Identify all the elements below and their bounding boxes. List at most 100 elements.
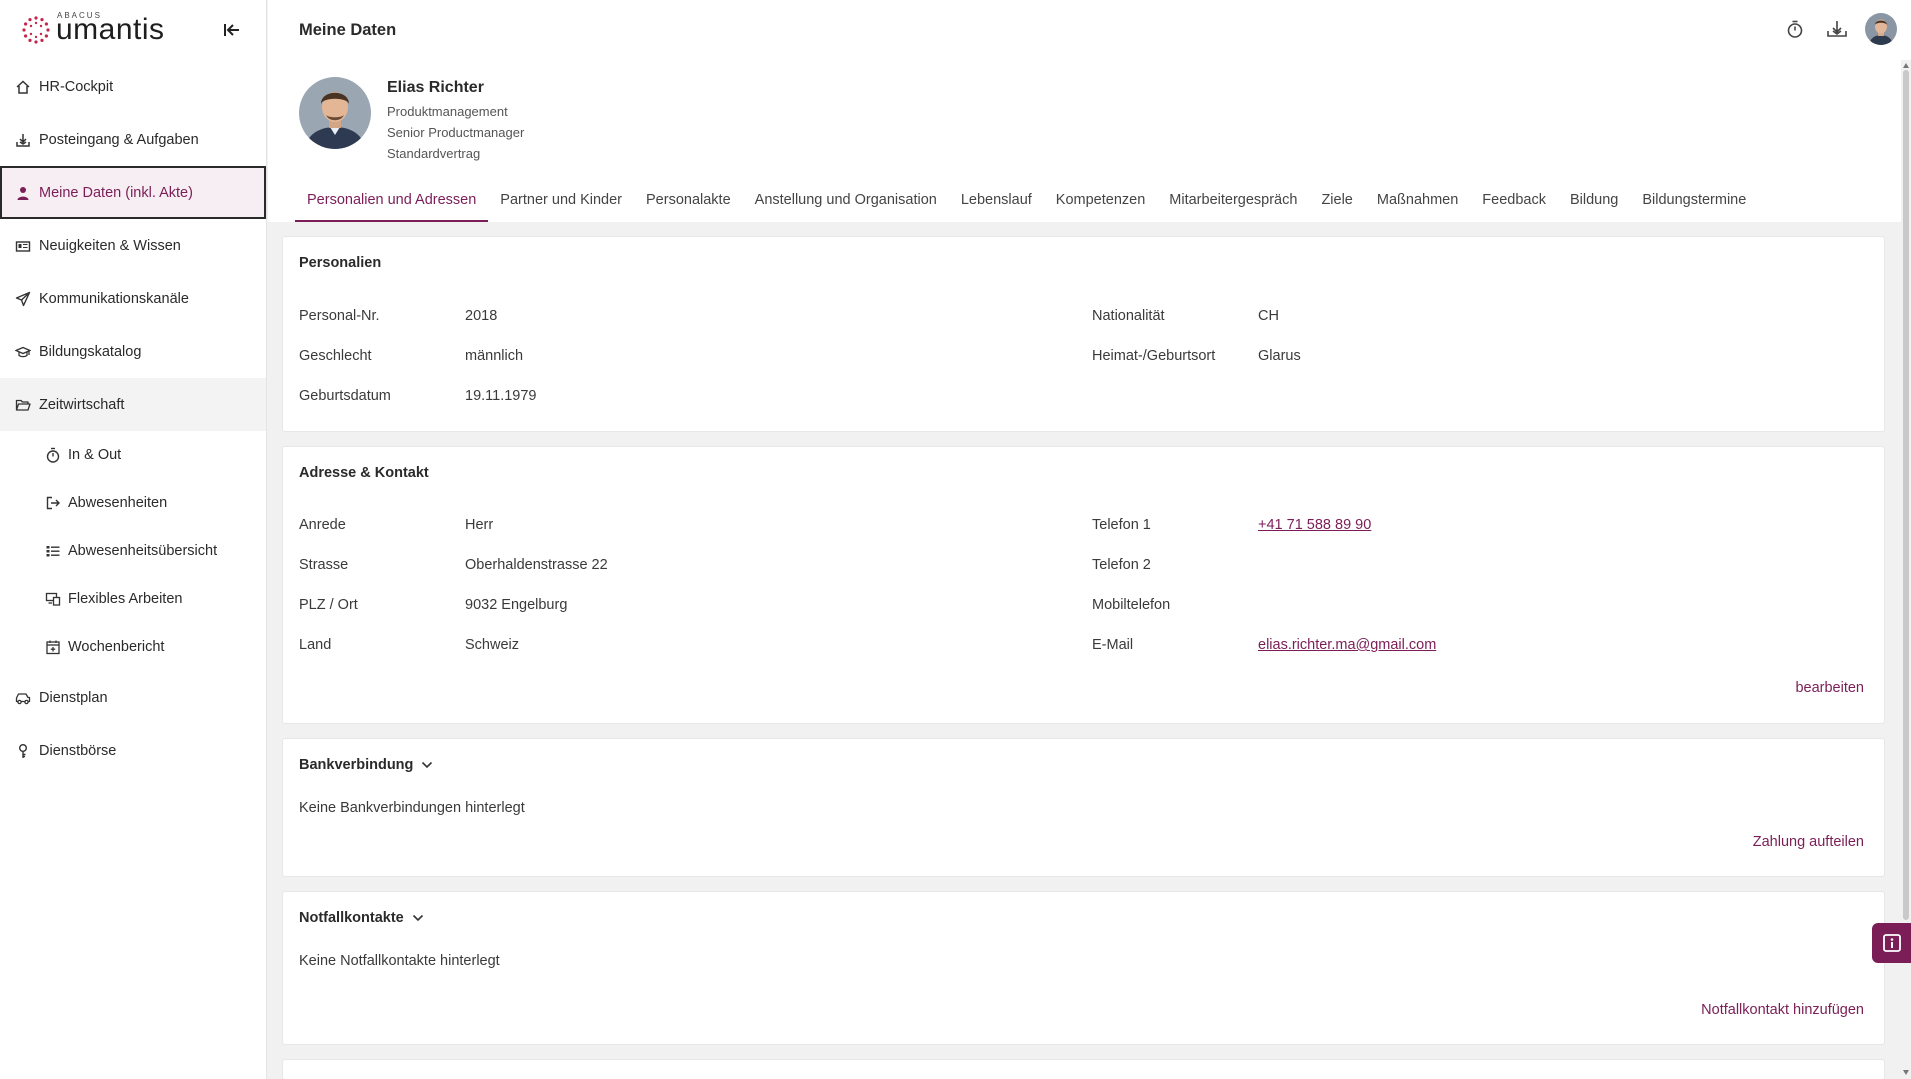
profile-avatar xyxy=(299,77,371,149)
scrollbar-thumb[interactable] xyxy=(1903,70,1909,920)
sidebar-subitem-flexibles-arbeiten[interactable]: Flexibles Arbeiten xyxy=(0,575,266,623)
add-emergency-contact-link[interactable]: Notfallkontakt hinzufügen xyxy=(1701,1002,1864,1018)
sidebar-subitem-label: In & Out xyxy=(68,447,122,463)
profile-contract: Standardvertrag xyxy=(387,146,481,161)
paper-plane-icon xyxy=(14,290,32,308)
news-icon xyxy=(14,237,32,255)
scroll-up-icon[interactable] xyxy=(1902,62,1910,70)
sidebar-subitem-abwesenheiten[interactable]: Abwesenheiten xyxy=(0,479,266,527)
sidebar-item-label: Neuigkeiten & Wissen xyxy=(39,237,181,254)
notfallkontakte-card: Notfallkontakte Keine Notfallkontakte hi… xyxy=(283,892,1884,1044)
notfallkontakte-toggle[interactable]: Notfallkontakte xyxy=(299,910,424,926)
exit-icon xyxy=(44,494,62,512)
sidebar-subitem-abwesenheitsuebersicht[interactable]: Abwesenheitsübersicht xyxy=(0,527,266,575)
sidebar-item-label: Meine Daten (inkl. Akte) xyxy=(39,184,193,201)
profile-header: Elias Richter Produktmanagement Senior P… xyxy=(268,60,1901,222)
collapse-left-icon xyxy=(224,24,239,36)
user-avatar[interactable] xyxy=(1865,13,1897,45)
top-bar: Meine Daten xyxy=(268,0,1911,60)
sidebar-subitem-label: Abwesenheiten xyxy=(68,495,168,511)
inbox-icon xyxy=(14,131,32,149)
email-link[interactable]: elias.richter.ma@gmail.com xyxy=(1258,637,1436,653)
tab-massnahmen[interactable]: Maßnahmen xyxy=(1365,186,1470,222)
profile-department: Produktmanagement xyxy=(387,104,508,119)
tab-mitarbeitergespraech[interactable]: Mitarbeitergespräch xyxy=(1157,186,1309,222)
sidebar-item-dienstboerse[interactable]: Dienstbörse xyxy=(0,724,266,777)
sidebar-item-label: Bildungskatalog xyxy=(39,343,142,360)
person-icon xyxy=(14,184,32,202)
tab-bildung[interactable]: Bildung xyxy=(1558,186,1630,222)
chevron-down-icon xyxy=(422,761,433,769)
tab-ziele[interactable]: Ziele xyxy=(1309,186,1364,222)
graduation-cap-icon xyxy=(14,343,32,361)
section-title: Bankverbindung xyxy=(299,757,414,773)
split-payment-link[interactable]: Zahlung aufteilen xyxy=(1753,834,1864,850)
sidebar-item-label: Kommunikationskanäle xyxy=(39,290,189,307)
field-label: Telefon 1 xyxy=(1092,517,1151,533)
tab-anstellung[interactable]: Anstellung und Organisation xyxy=(743,186,949,222)
tab-personalakte[interactable]: Personalakte xyxy=(634,186,743,222)
section-title: Notfallkontakte xyxy=(299,910,404,926)
umantis-logo-icon xyxy=(20,14,52,46)
sidebar-item-label: HR-Cockpit xyxy=(39,78,114,95)
sidebar-item-dienstplan[interactable]: Dienstplan xyxy=(0,671,266,724)
sidebar-item-label: Zeitwirtschaft xyxy=(39,396,125,413)
field-value: 2018 xyxy=(465,308,498,324)
sidebar-item-meine-daten[interactable]: Meine Daten (inkl. Akte) xyxy=(0,166,266,219)
adresse-kontakt-card: Adresse & Kontakt Anrede Herr Strasse Ob… xyxy=(283,447,1884,723)
sidebar-item-posteingang[interactable]: Posteingang & Aufgaben xyxy=(0,113,266,166)
logo-brand-small: ABACUS xyxy=(57,11,102,20)
sidebar-item-label: Posteingang & Aufgaben xyxy=(39,131,199,148)
info-icon xyxy=(1882,934,1901,952)
tab-feedback[interactable]: Feedback xyxy=(1470,186,1558,222)
field-value: CH xyxy=(1258,308,1279,324)
field-label: Personal-Nr. xyxy=(299,308,380,324)
phone-link[interactable]: +41 71 588 89 90 xyxy=(1258,517,1371,533)
main-nav: HR-Cockpit Posteingang & Aufgaben Meine … xyxy=(0,60,266,777)
list-overview-icon xyxy=(44,542,62,560)
field-label: Geburtsdatum xyxy=(299,388,391,404)
tab-bildungstermine[interactable]: Bildungstermine xyxy=(1630,186,1758,222)
field-label: Anrede xyxy=(299,517,346,533)
info-button[interactable] xyxy=(1872,923,1911,963)
empty-state-text: Keine Notfallkontakte hinterlegt xyxy=(299,953,500,969)
sidebar-item-neuigkeiten[interactable]: Neuigkeiten & Wissen xyxy=(0,219,266,272)
scroll-down-icon[interactable] xyxy=(1902,1068,1910,1076)
field-label: Telefon 2 xyxy=(1092,557,1151,573)
sidebar-item-bildungskatalog[interactable]: Bildungskatalog xyxy=(0,325,266,378)
sidebar-subitem-label: Abwesenheitsübersicht xyxy=(68,543,218,559)
tab-kompetenzen[interactable]: Kompetenzen xyxy=(1044,186,1157,222)
field-label: Land xyxy=(299,637,332,653)
field-value: Oberhaldenstrasse 22 xyxy=(465,557,608,573)
profile-tabs: Personalien und Adressen Partner und Kin… xyxy=(295,186,1758,222)
sidebar-item-zeitwirtschaft[interactable]: Zeitwirtschaft xyxy=(0,378,266,431)
sidebar-item-label: Dienstbörse xyxy=(39,742,117,759)
edit-address-link[interactable]: bearbeiten xyxy=(1795,680,1864,696)
personalien-card: Personalien Personal-Nr. 2018 Geschlecht… xyxy=(283,237,1884,431)
sidebar-item-hr-cockpit[interactable]: HR-Cockpit xyxy=(0,60,266,113)
collapse-sidebar-button[interactable] xyxy=(220,19,244,41)
sidebar-subitem-label: Flexibles Arbeiten xyxy=(68,591,183,607)
profile-name: Elias Richter xyxy=(387,79,484,96)
tab-personalien[interactable]: Personalien und Adressen xyxy=(295,186,489,222)
field-value: Schweiz xyxy=(465,637,519,653)
field-value: 19.11.1979 xyxy=(465,388,537,404)
field-value: männlich xyxy=(465,348,524,364)
sidebar-subitem-wochenbericht[interactable]: Wochenbericht xyxy=(0,623,266,671)
page-title: Meine Daten xyxy=(299,20,397,39)
stopwatch-icon[interactable] xyxy=(1781,15,1809,43)
field-label: Heimat-/Geburtsort xyxy=(1092,348,1216,364)
devices-icon xyxy=(44,590,62,608)
calendar-plus-icon xyxy=(44,638,62,656)
key-icon xyxy=(14,742,32,760)
home-icon xyxy=(14,78,32,96)
field-label: Geschlecht xyxy=(299,348,372,364)
sidebar-item-kommunikation[interactable]: Kommunikationskanäle xyxy=(0,272,266,325)
top-actions xyxy=(1781,13,1897,45)
tab-lebenslauf[interactable]: Lebenslauf xyxy=(949,186,1044,222)
sidebar-subitem-in-out[interactable]: In & Out xyxy=(0,431,266,479)
tab-partner-kinder[interactable]: Partner und Kinder xyxy=(488,186,634,222)
stopwatch-icon xyxy=(44,446,62,464)
download-icon[interactable] xyxy=(1823,15,1851,43)
bankverbindung-toggle[interactable]: Bankverbindung xyxy=(299,757,433,773)
